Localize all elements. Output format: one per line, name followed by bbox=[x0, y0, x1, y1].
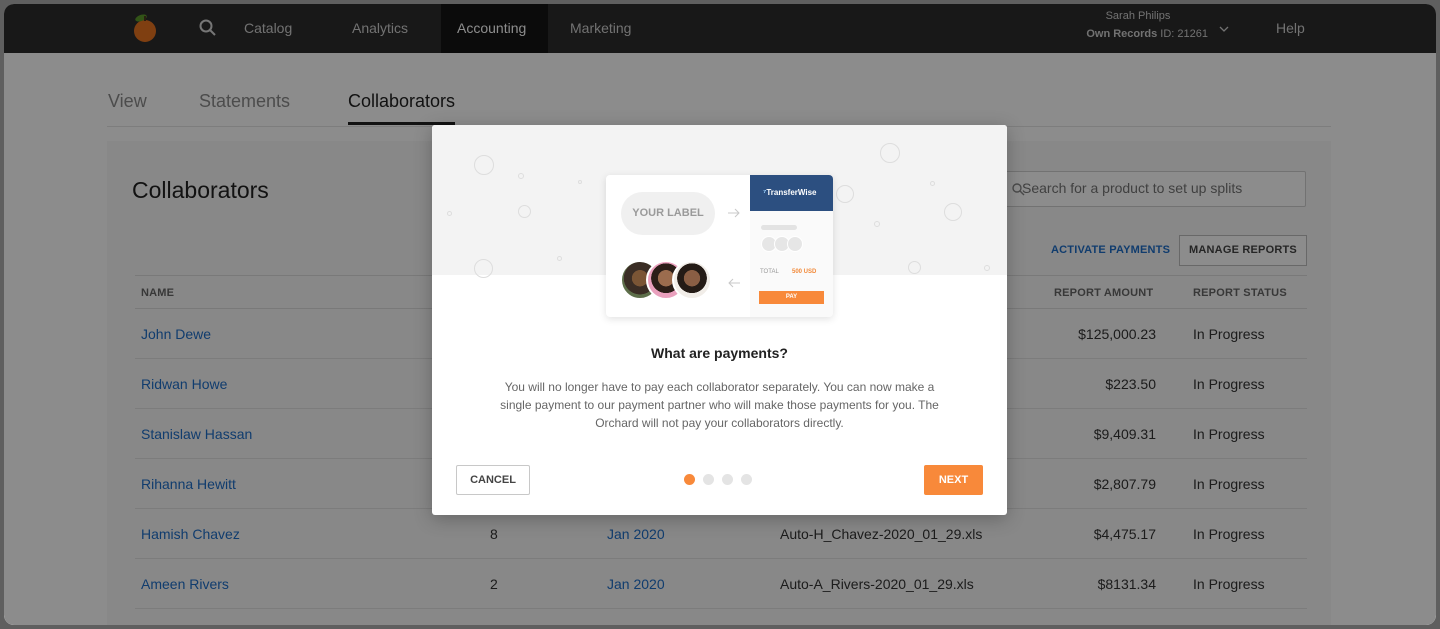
decor-bubble bbox=[578, 180, 582, 184]
modal-body-text: You will no longer have to pay each coll… bbox=[500, 380, 939, 430]
placeholder-avatar bbox=[787, 236, 803, 252]
decor-bubble bbox=[474, 259, 493, 278]
decor-bubble bbox=[984, 265, 990, 271]
transferwise-brand: TransferWise bbox=[766, 188, 817, 197]
total-label: TOTAL bbox=[760, 269, 779, 275]
step-dot-3[interactable] bbox=[722, 474, 733, 485]
decor-bubble bbox=[880, 143, 900, 163]
step-dot-4[interactable] bbox=[741, 474, 752, 485]
collaborator-avatar bbox=[672, 260, 712, 300]
step-dot-1[interactable] bbox=[684, 474, 695, 485]
decor-bubble bbox=[930, 181, 935, 186]
cancel-button[interactable]: CANCEL bbox=[456, 465, 530, 495]
arrow-left-icon bbox=[728, 278, 740, 288]
decor-bubble bbox=[474, 155, 494, 175]
transferwise-panel: ⁷TransferWise TOTAL 500 USD PAY bbox=[750, 175, 833, 317]
decor-bubble bbox=[447, 211, 452, 216]
total-amount: 500 USD bbox=[792, 269, 817, 275]
decor-bubble bbox=[944, 203, 962, 221]
step-dot-2[interactable] bbox=[703, 474, 714, 485]
arrow-right-icon bbox=[728, 208, 740, 218]
app-window: Catalog Analytics Accounting Marketing S… bbox=[4, 4, 1436, 625]
payment-flow-illustration: YOUR LABEL ⁷TransferWise TOTAL 500 USD P… bbox=[606, 175, 833, 317]
decor-bubble bbox=[874, 221, 880, 227]
placeholder-line bbox=[761, 225, 797, 230]
transferwise-logo: ⁷TransferWise bbox=[750, 175, 833, 211]
payments-onboarding-modal: YOUR LABEL ⁷TransferWise TOTAL 500 USD P… bbox=[432, 125, 1007, 515]
decor-bubble bbox=[557, 256, 562, 261]
label-pill: YOUR LABEL bbox=[621, 192, 715, 235]
next-button[interactable]: NEXT bbox=[924, 465, 983, 495]
decor-bubble bbox=[908, 261, 921, 274]
pay-button-illustration: PAY bbox=[759, 291, 824, 304]
modal-title: What are payments? bbox=[651, 345, 788, 361]
decor-bubble bbox=[518, 205, 531, 218]
decor-bubble bbox=[518, 173, 524, 179]
decor-bubble bbox=[836, 185, 854, 203]
